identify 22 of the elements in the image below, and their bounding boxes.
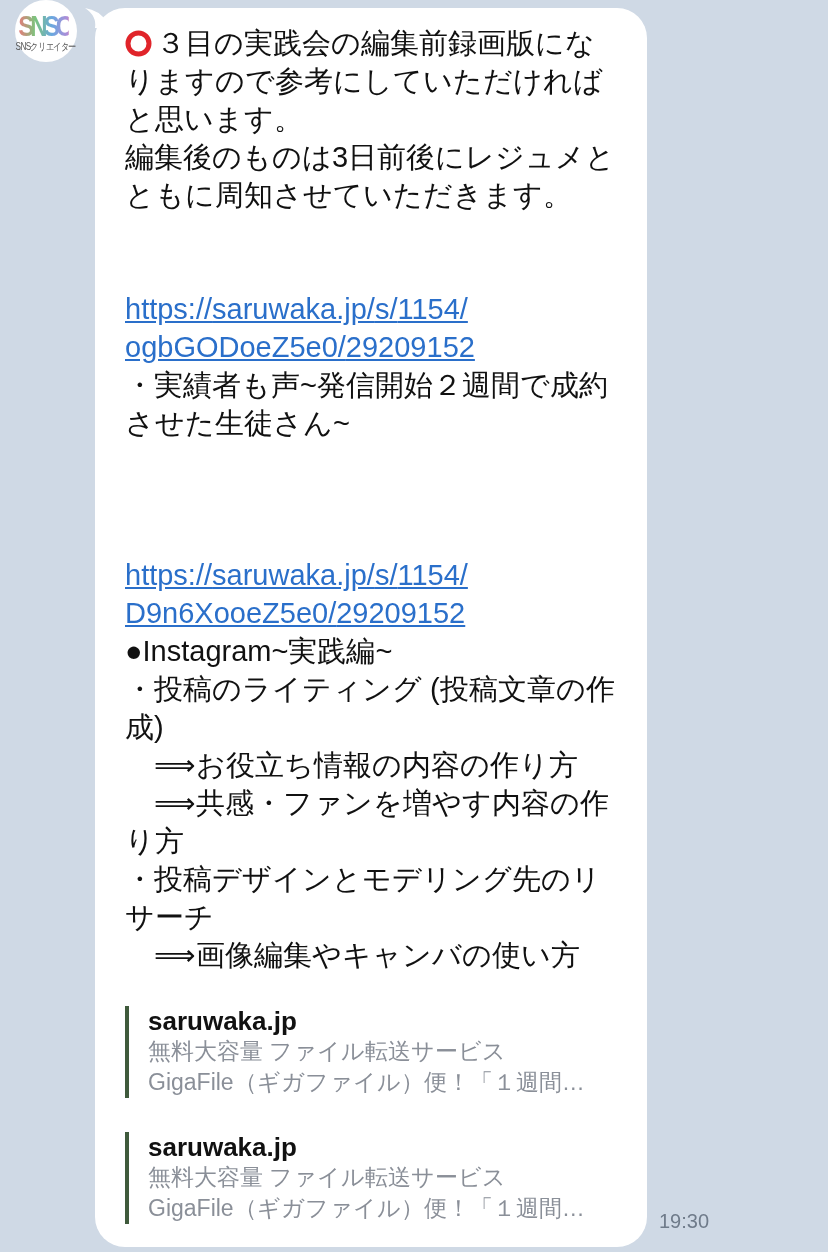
message-time: 19:30	[659, 1210, 710, 1233]
preview-description-line: GigaFile（ギガファイル）便！「１週間…	[148, 1194, 586, 1223]
link-preview[interactable]: saruwaka.jp 無料大容量 ファイル転送サービス GigaFile（ギガファイル）便！「１週間…	[125, 1132, 617, 1224]
message-text: 編集後のものは3日前後にレジュメとともに周知させていただきます。	[125, 140, 617, 213]
preview-site: saruwaka.jp	[148, 1132, 298, 1162]
message-text: ・投稿のライティング (投稿文章の作成)	[125, 672, 616, 745]
message-text: ⟹共感・ファンを増やす内容の作り方	[125, 786, 610, 859]
message-link[interactable]: https://saruwaka.jp/s/1154/D9n6XooeZ5e0/29209152	[125, 556, 617, 632]
preview-description-line: 無料大容量 ファイル転送サービス	[148, 1037, 508, 1066]
preview-description-line: GigaFile（ギガファイル）便！「１週間…	[148, 1068, 586, 1097]
message-text: ●Instagram~実践編~	[125, 634, 394, 669]
message-text: ３目の実践会の編集前録画版になりますので参考にしていただければと思います。	[125, 26, 604, 137]
message-text: ・実績者も声~発信開始２週間で成約させた生徒さん~	[125, 368, 609, 441]
message-text: ⟹お役立ち情報の内容の作り方	[153, 748, 579, 783]
preview-site: saruwaka.jp	[148, 1006, 298, 1036]
message-text: ⟹画像編集やキャンバの使い方	[153, 938, 581, 973]
preview-description-line: 無料大容量 ファイル転送サービス	[148, 1163, 508, 1192]
message-link[interactable]: https://saruwaka.jp/s/1154/ogbGODoeZ5e0/29209152	[125, 290, 617, 366]
link-preview[interactable]: saruwaka.jp 無料大容量 ファイル転送サービス GigaFile（ギガファイル）便！「１週間…	[125, 1006, 617, 1098]
avatar[interactable]: SNSC SNSクリエイター	[15, 0, 77, 62]
avatar-caption: SNSクリエイター	[15, 40, 77, 52]
message-text: ・投稿デザインとモデリング先のリサーチ	[125, 862, 602, 935]
